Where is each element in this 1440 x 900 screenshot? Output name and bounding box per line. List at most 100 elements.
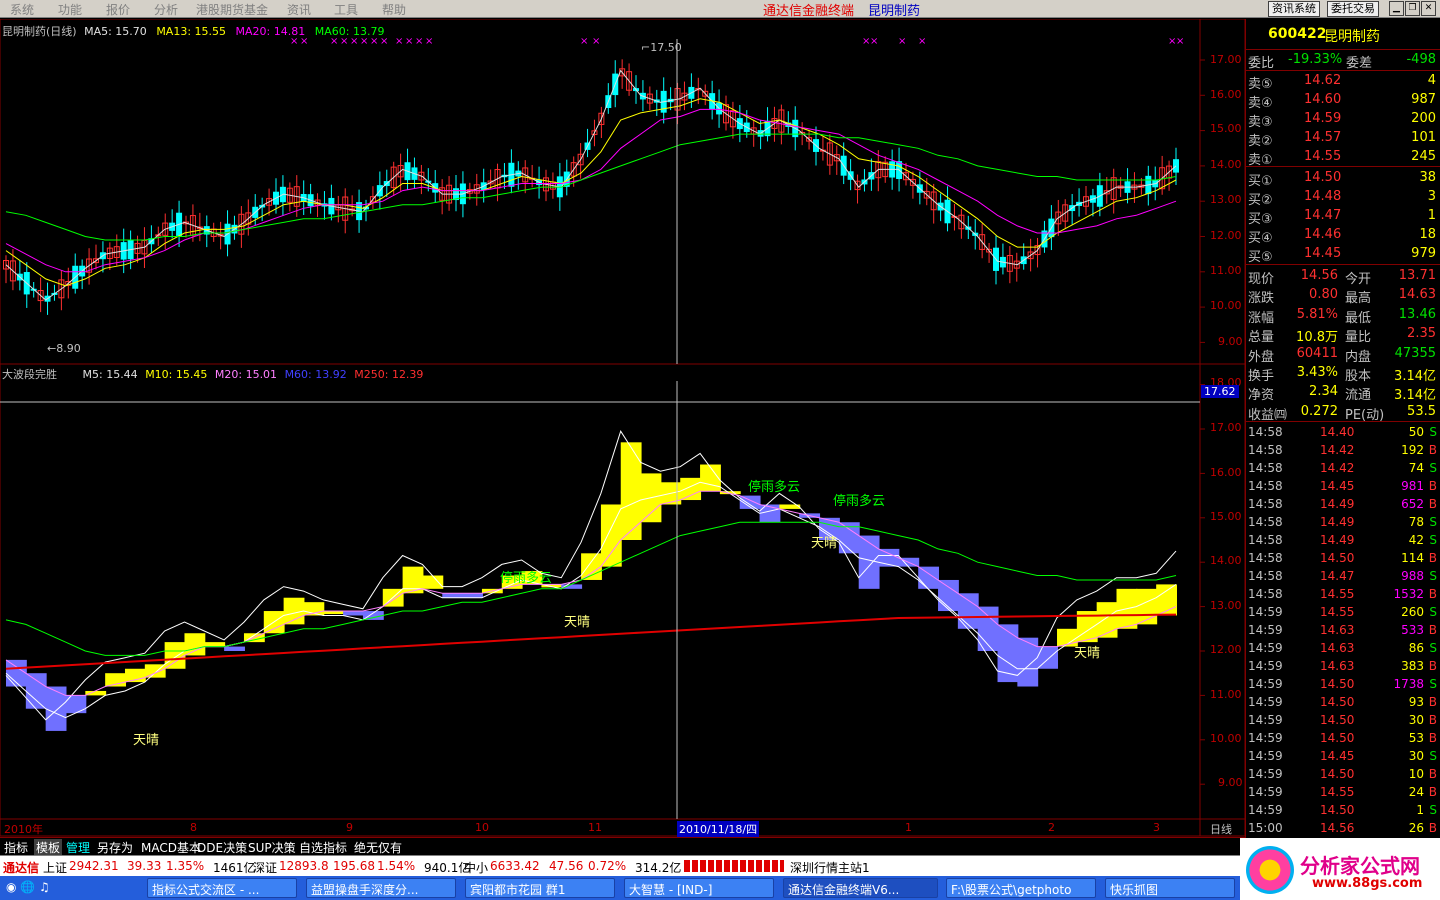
x-tick: 2010年 — [4, 823, 43, 836]
info-system-button[interactable]: 资讯系统 — [1268, 1, 1320, 17]
bid-row: 买④ 14.46 18 — [1246, 225, 1440, 246]
signal-marker: × — [415, 36, 424, 47]
tick-volume: 988 — [1401, 569, 1424, 583]
m250-label: M250: 12.39 — [354, 368, 424, 381]
x-tick: 8 — [190, 821, 197, 834]
indicator-band-segment — [1096, 602, 1118, 638]
tick-volume: 533 — [1401, 623, 1424, 637]
chart-area[interactable] — [0, 19, 1245, 837]
menu-help[interactable]: 帮助 — [382, 1, 406, 18]
indicator-band-segment — [45, 686, 67, 731]
ask-volume: 987 — [1411, 92, 1436, 107]
tab-macd[interactable]: MACD基本 — [141, 839, 201, 856]
tab-dde[interactable]: DDE决策 — [197, 839, 247, 856]
taskbar-item[interactable]: 快乐抓图 — [1105, 878, 1235, 898]
low-label: ←8.90 — [47, 342, 81, 355]
indicator-band-segment — [620, 442, 642, 540]
quicklaunch-icon[interactable]: ◉ 🌐 ♫ — [6, 880, 50, 894]
tick-price: 14.63 — [1320, 623, 1355, 637]
restore-icon[interactable]: ❐ — [1405, 1, 1420, 16]
stat-label: 收益㈣ — [1248, 407, 1288, 423]
minimize-icon[interactable]: ▁ — [1389, 1, 1404, 16]
ask-price: 14.57 — [1304, 130, 1342, 145]
y-tick: 15.00 — [1210, 510, 1242, 523]
y-tick: 11.00 — [1210, 688, 1242, 701]
signal-marker: × — [290, 36, 299, 47]
tick-volume: 24 — [1408, 785, 1424, 799]
signal-marker: × — [370, 36, 379, 47]
stat-value: 3.14亿 — [1394, 369, 1436, 384]
tick-row: 14:59 14.55 260 S — [1246, 603, 1440, 621]
tab-indicator[interactable]: 指标 — [4, 839, 28, 856]
brand-label: 通达信 — [3, 861, 40, 875]
tick-time: 14:58 — [1248, 551, 1283, 565]
tick-row: 14:58 14.42 74 S — [1246, 459, 1440, 477]
tick-volume: 10 — [1408, 767, 1424, 781]
x-tick: 11 — [588, 821, 602, 834]
stat-row: 净资 2.34 流通 3.14亿 — [1246, 382, 1440, 403]
tick-price: 14.45 — [1320, 749, 1355, 763]
taskbar-item[interactable]: 大智慧 - [IND-] — [624, 878, 774, 898]
tick-time: 14:59 — [1248, 767, 1283, 781]
menu-bar: 系统 功能 报价 分析 港股期货基金 资讯 工具 帮助 通达信金融终端 昆明制药… — [0, 0, 1440, 19]
indicator-band-segment — [462, 593, 483, 598]
index-status-bar: 通达信 上证 2942.31 39.33 1.35% 1461亿 深证 1289… — [0, 855, 1440, 876]
menu-news[interactable]: 资讯 — [287, 1, 311, 18]
stat-label: 股本 — [1345, 369, 1372, 384]
stat-row: 收益㈣ 0.272 PE(动) 53.5 — [1246, 402, 1440, 423]
tab-sup[interactable]: SUP决策 — [248, 839, 296, 856]
tab-save-as[interactable]: 另存为 — [97, 839, 133, 856]
weicha-label: 委差 — [1346, 56, 1373, 71]
tick-price: 14.63 — [1320, 659, 1355, 673]
y-tick: 12.00 — [1210, 229, 1242, 242]
taskbar-item[interactable]: 益盟操盘手深度分... — [306, 878, 456, 898]
tab-manage[interactable]: 管理 — [66, 839, 90, 856]
menu-hk-futures[interactable]: 港股期货基金 — [196, 1, 268, 18]
tick-side: B — [1428, 659, 1437, 673]
tick-price: 14.49 — [1320, 515, 1355, 529]
m20-label: M20: 15.01 — [214, 368, 278, 381]
indicator-band-segment — [1136, 588, 1158, 625]
tick-side: S — [1429, 641, 1437, 655]
tick-price: 14.42 — [1320, 461, 1355, 475]
tab-template[interactable]: 模板 — [34, 839, 63, 856]
tick-time: 14:59 — [1248, 641, 1283, 655]
tab-unique[interactable]: 绝无仅有 — [354, 839, 402, 856]
close-icon[interactable]: ✕ — [1421, 1, 1436, 16]
taskbar-item-active[interactable]: 通达信金融终端V6... — [783, 878, 938, 898]
menu-analysis[interactable]: 分析 — [154, 1, 178, 18]
tick-time: 14:59 — [1248, 731, 1283, 745]
stat-value: 0.80 — [1309, 287, 1338, 303]
tick-price: 14.47 — [1320, 569, 1355, 583]
stat-value: 60411 — [1296, 345, 1338, 361]
signal-marker: × — [380, 36, 389, 47]
tick-time: 14:59 — [1248, 713, 1283, 727]
tick-price: 14.50 — [1320, 713, 1355, 727]
stat-label: PE(动) — [1345, 407, 1385, 423]
server-label[interactable]: 深圳行情主站1 — [790, 859, 870, 876]
windows-taskbar: ◉ 🌐 ♫ 指标公式交流区 - ... 益盟操盘手深度分... 宾阳都市花园 群… — [0, 876, 1440, 900]
trade-button[interactable]: 委托交易 — [1327, 1, 1379, 17]
menu-system[interactable]: 系统 — [10, 1, 34, 18]
tick-volume: 26 — [1408, 821, 1424, 835]
stat-value: 3.43% — [1296, 365, 1338, 380]
tick-side: S — [1429, 425, 1437, 439]
menu-tools[interactable]: 工具 — [334, 1, 358, 18]
menu-quote[interactable]: 报价 — [106, 1, 130, 18]
stat-label: 现价 — [1248, 272, 1275, 287]
tab-custom-indicator[interactable]: 自选指标 — [299, 839, 347, 856]
annotation-label: 停雨多云 — [500, 571, 553, 586]
stat-row: 外盘 60411 内盘 47355 — [1246, 344, 1440, 365]
weicha-value: -498 — [1406, 52, 1436, 67]
taskbar-item[interactable]: F:\股票公式\getphoto — [946, 878, 1096, 898]
tick-side: B — [1428, 821, 1437, 835]
taskbar-item[interactable]: 指标公式交流区 - ... — [147, 878, 297, 898]
signal-marker: × — [395, 36, 404, 47]
tick-time: 14:59 — [1248, 785, 1283, 799]
signal-marker: × — [360, 36, 369, 47]
chart-stock-name: 昆明制药(日线) — [2, 25, 77, 38]
taskbar-item[interactable]: 宾阳都市花园 群1 — [465, 878, 615, 898]
menu-function[interactable]: 功能 — [58, 1, 82, 18]
period-label[interactable]: 日线 — [1210, 821, 1232, 837]
stat-row: 涨幅 5.81% 最低 13.46 — [1246, 305, 1440, 326]
